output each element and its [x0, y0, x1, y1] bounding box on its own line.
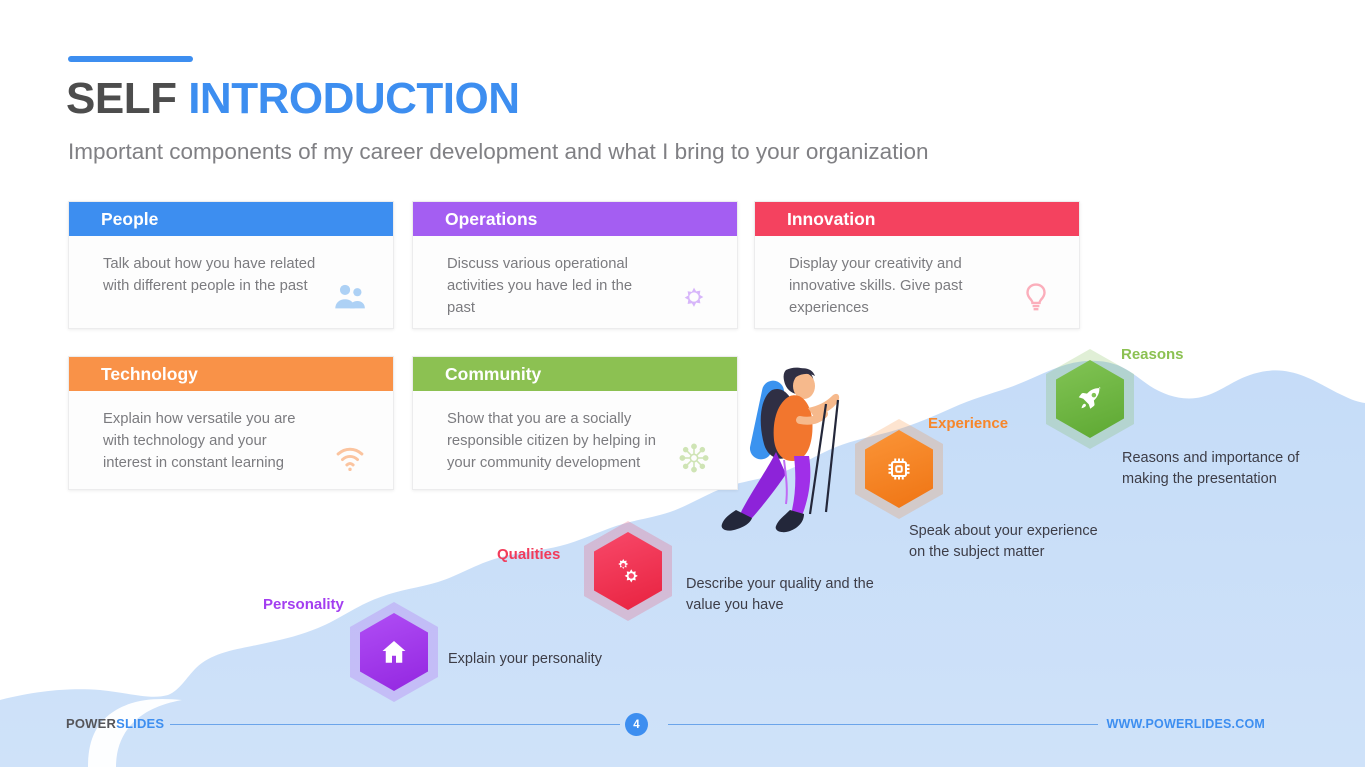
home-icon [382, 641, 406, 663]
page-subtitle: Important components of my career develo… [68, 139, 929, 164]
page-title: SELF INTRODUCTION [66, 74, 520, 124]
card-innovation[interactable]: Innovation Display your creativity and i… [754, 201, 1080, 329]
card-text-technology: Explain how versatile you are with techn… [103, 411, 296, 471]
milestone-experience[interactable] [855, 419, 943, 519]
wifi-icon [336, 447, 364, 472]
card-body-community: Show that you are a socially responsible… [413, 391, 737, 489]
card-title-community: Community [445, 363, 542, 384]
card-header-operations: Operations [413, 202, 737, 236]
card-operations[interactable]: Operations Discuss various operational a… [412, 201, 738, 329]
milestone-label-experience: Experience [928, 415, 1009, 432]
card-people[interactable]: People Talk about how you have related w… [68, 201, 394, 329]
milestone-reasons[interactable] [1046, 349, 1134, 449]
card-header-technology: Technology [69, 357, 393, 391]
card-title-operations: Operations [445, 208, 538, 229]
card-technology[interactable]: Technology Explain how versatile you are… [68, 356, 394, 490]
cpu-chip-icon [888, 458, 910, 480]
gear-icon [684, 287, 704, 307]
milestone-desc-reasons: Reasons and importance of making the pre… [1122, 450, 1300, 487]
slide-canvas: SELF INTRODUCTION Important components o… [0, 0, 1365, 767]
card-community[interactable]: Community Show that you are a socially r… [412, 356, 738, 490]
footer-logo: POWERSLIDES [66, 716, 164, 731]
users-icon [335, 284, 365, 309]
card-text-people: Talk about how you have related with dif… [103, 256, 316, 294]
network-hub-icon [679, 443, 709, 473]
footer-url[interactable]: WWW.POWERLIDES.COM [1107, 717, 1265, 731]
logo-part-1: POWER [66, 716, 117, 731]
milestone-desc-qualities: Describe your quality and the value you … [686, 576, 874, 613]
milestone-label-personality: Personality [263, 596, 344, 613]
title-part-2: INTRODUCTION [188, 74, 520, 123]
card-header-community: Community [413, 357, 737, 391]
logo-part-2: SLIDES [116, 716, 165, 731]
card-header-innovation: Innovation [755, 202, 1079, 236]
page-number-badge: 4 [625, 713, 648, 736]
milestone-label-reasons: Reasons [1121, 346, 1184, 363]
footer-divider-right [668, 724, 1098, 725]
footer-divider-left [170, 724, 620, 725]
card-text-innovation: Display your creativity and innovative s… [789, 256, 963, 316]
hiker-illustration [721, 367, 840, 533]
title-accent-bar [68, 56, 193, 62]
card-text-operations: Discuss various operational activities y… [447, 256, 633, 316]
title-part-1: SELF [66, 74, 177, 123]
card-body-people: Talk about how you have related with dif… [69, 236, 393, 328]
milestone-desc-experience: Speak about your experience on the subje… [909, 523, 1098, 560]
milestone-label-qualities: Qualities [497, 546, 561, 563]
card-text-community: Show that you are a socially responsible… [447, 411, 656, 471]
milestone-desc-personality: Explain your personality [448, 651, 602, 667]
milestone-qualities[interactable] [584, 521, 672, 621]
rocket-icon [1078, 386, 1101, 409]
card-body-operations: Discuss various operational activities y… [413, 236, 737, 328]
lightbulb-icon [1026, 283, 1046, 311]
card-body-innovation: Display your creativity and innovative s… [755, 236, 1079, 328]
card-header-people: People [69, 202, 393, 236]
card-title-people: People [101, 208, 159, 229]
milestone-personality[interactable] [350, 602, 438, 702]
card-body-technology: Explain how versatile you are with techn… [69, 391, 393, 489]
gears-icon [618, 559, 638, 583]
card-title-technology: Technology [101, 363, 198, 384]
card-title-innovation: Innovation [787, 208, 876, 229]
